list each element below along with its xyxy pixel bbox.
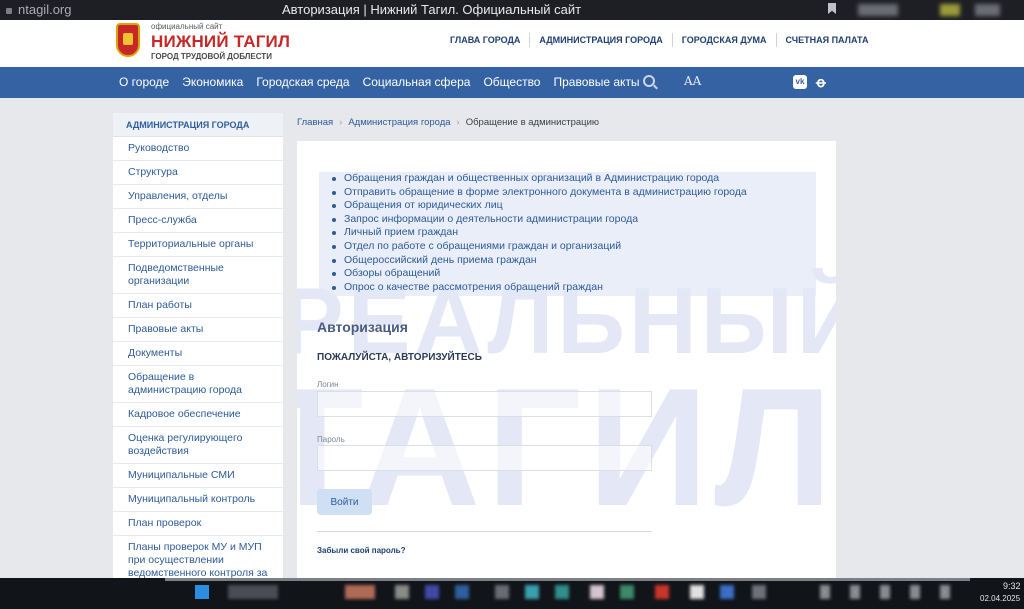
coat-of-arms-icon[interactable] xyxy=(116,23,140,57)
blurred-app-icon[interactable] xyxy=(455,585,469,599)
blurred-app-icon[interactable] xyxy=(425,585,439,599)
blurred-app-icon[interactable] xyxy=(590,585,604,599)
top-links: ГЛАВА ГОРОДА АДМИНИСТРАЦИЯ ГОРОДА ГОРОДС… xyxy=(450,33,877,47)
clock-time[interactable]: 9:32 xyxy=(1003,581,1021,591)
sidebar-item-press-service[interactable]: Пресс-служба xyxy=(113,209,283,233)
sidebar-item-documents[interactable]: Документы xyxy=(113,342,283,366)
blurred-app-icon[interactable] xyxy=(525,585,539,599)
font-size-toggle-icon[interactable]: AA xyxy=(684,74,701,88)
appeal-link[interactable]: Личный прием граждан xyxy=(332,226,816,240)
breadcrumb-section[interactable]: Администрация города xyxy=(348,117,450,128)
breadcrumb-current: Обращение в администрацию xyxy=(465,117,600,128)
appeal-links-box: Обращения граждан и общественных организ… xyxy=(319,172,816,296)
top-link-audit-chamber[interactable]: СЧЕТНАЯ ПАЛАТА xyxy=(775,33,878,47)
blurred-extension-icon[interactable] xyxy=(858,4,898,16)
sidebar-item-inspection-plan[interactable]: План проверок xyxy=(113,512,283,536)
logo-title[interactable]: НИЖНИЙ ТАГИЛ xyxy=(151,32,290,52)
blurred-app-icon[interactable] xyxy=(555,585,569,599)
site-icon xyxy=(6,7,12,14)
appeal-link[interactable]: Обращения от юридических лиц xyxy=(332,199,816,213)
divider xyxy=(317,531,652,532)
browser-title-bar: ntagil.org Авторизация | Нижний Тагил. О… xyxy=(0,0,1024,20)
breadcrumb-separator: › xyxy=(339,117,343,128)
nav-item-society[interactable]: Общество xyxy=(483,75,540,89)
nav-item-legal-acts[interactable]: Правовые акты xyxy=(553,75,639,89)
blurred-app-icon[interactable] xyxy=(690,585,704,599)
sidebar: АДМИНИСТРАЦИЯ ГОРОДА Руководство Структу… xyxy=(113,113,283,578)
sidebar-item-subordinate-orgs[interactable]: Подведомственные организации xyxy=(113,257,283,294)
sidebar-item-staffing[interactable]: Кадровое обеспечение xyxy=(113,403,283,427)
nav-item-economy[interactable]: Экономика xyxy=(182,75,243,89)
clock-date[interactable]: 02.04.2025 xyxy=(980,594,1020,603)
appeal-link[interactable]: Обращения граждан и общественных организ… xyxy=(332,172,816,186)
appeal-link[interactable]: Обзоры обращений xyxy=(332,267,816,281)
nav-item-urban-environment[interactable]: Городская среда xyxy=(256,75,349,89)
blurred-tray-icon[interactable] xyxy=(820,585,830,599)
top-link-administration[interactable]: АДМИНИСТРАЦИЯ ГОРОДА xyxy=(529,33,671,47)
sidebar-menu: Руководство Структура Управления, отделы… xyxy=(113,137,283,578)
logo-caption: официальный сайт xyxy=(151,22,223,31)
blurred-app-icon[interactable] xyxy=(752,585,766,599)
appeal-link[interactable]: Опрос о качестве рассмотрения обращений … xyxy=(332,281,816,295)
browser-tab-title: Авторизация | Нижний Тагил. Официальный … xyxy=(282,2,582,17)
sidebar-item-departments[interactable]: Управления, отделы xyxy=(113,185,283,209)
main-nav: О городе Экономика Городская среда Социа… xyxy=(0,67,1024,98)
sidebar-item-territorial-bodies[interactable]: Территориальные органы xyxy=(113,233,283,257)
blurred-tray-icon[interactable] xyxy=(880,585,890,599)
blurred-app-icon[interactable] xyxy=(395,585,409,599)
browser-url-text: ntagil.org xyxy=(18,2,72,17)
nav-item-social-sphere[interactable]: Социальная сфера xyxy=(363,75,471,89)
blurred-tray-icon[interactable] xyxy=(910,585,920,599)
sidebar-item-inspection-plans-mu[interactable]: Планы проверок МУ и МУП при осуществлени… xyxy=(113,536,283,578)
browser-url[interactable]: ntagil.org xyxy=(6,2,71,17)
breadcrumb-separator: › xyxy=(456,117,460,128)
blurred-app-icon[interactable] xyxy=(655,585,669,599)
page-title: Авторизация xyxy=(317,319,408,335)
sidebar-item-municipal-control[interactable]: Муниципальный контроль xyxy=(113,488,283,512)
blurred-app-icon[interactable] xyxy=(720,585,734,599)
blurred-tray-icon[interactable] xyxy=(850,585,860,599)
sidebar-item-municipal-media[interactable]: Муниципальные СМИ xyxy=(113,464,283,488)
logo-subtitle: ГОРОД ТРУДОВОЙ ДОБЛЕСТИ xyxy=(151,52,272,61)
appeal-link[interactable]: Отправить обращение в форме электронного… xyxy=(332,186,816,200)
sidebar-item-appeal[interactable]: Обращение в администрацию города xyxy=(113,366,283,403)
sidebar-item-work-plan[interactable]: План работы xyxy=(113,294,283,318)
search-icon[interactable] xyxy=(643,75,655,87)
sidebar-heading[interactable]: АДМИНИСТРАЦИЯ ГОРОДА xyxy=(113,113,283,137)
nav-item-about-city[interactable]: О городе xyxy=(119,75,169,89)
bookmark-icon[interactable] xyxy=(828,3,836,14)
vk-icon[interactable]: vk xyxy=(793,75,807,89)
forgot-password-link[interactable]: Забыли свой пароль? xyxy=(317,546,406,555)
horizontal-scrollbar[interactable] xyxy=(165,578,970,581)
login-button[interactable]: Войти xyxy=(317,489,372,515)
auth-subtitle: ПОЖАЛУЙСТА, АВТОРИЗУЙТЕСЬ xyxy=(317,352,482,363)
sidebar-item-leadership[interactable]: Руководство xyxy=(113,137,283,161)
main-content: РЕАЛЬНЫЙ ТАГИЛ Обращения граждан и общес… xyxy=(297,141,836,578)
blurred-extension-icon[interactable] xyxy=(975,4,1000,16)
blurred-app-icon[interactable] xyxy=(620,585,634,599)
os-taskbar: 9:32 02.04.2025 xyxy=(0,578,1024,609)
password-input[interactable] xyxy=(317,445,652,471)
sidebar-item-legal-acts[interactable]: Правовые акты xyxy=(113,318,283,342)
login-label: Логин xyxy=(317,380,339,389)
top-link-mayor[interactable]: ГЛАВА ГОРОДА xyxy=(450,33,529,47)
breadcrumb-home[interactable]: Главная xyxy=(297,117,333,128)
blurred-tray-icon[interactable] xyxy=(940,585,950,599)
blurred-search-icon[interactable] xyxy=(228,585,278,599)
sidebar-item-structure[interactable]: Структура xyxy=(113,161,283,185)
sidebar-item-regulatory-impact[interactable]: Оценка регулирующего воздействия xyxy=(113,427,283,464)
blurred-extension-icon[interactable] xyxy=(940,4,960,16)
appeal-link[interactable]: Запрос информации о деятельности админис… xyxy=(332,213,816,227)
blurred-app-icon[interactable] xyxy=(495,585,509,599)
start-menu-icon[interactable] xyxy=(195,585,209,599)
site-header: официальный сайт НИЖНИЙ ТАГИЛ ГОРОД ТРУД… xyxy=(0,20,1024,67)
odnoklassniki-icon[interactable]: ꝋ xyxy=(816,74,826,91)
appeal-link[interactable]: Общероссийский день приема граждан xyxy=(332,254,816,268)
password-label: Пароль xyxy=(317,435,345,444)
breadcrumb: Главная › Администрация города › Обращение в… xyxy=(297,117,599,128)
blurred-app-icon[interactable] xyxy=(345,585,375,599)
appeal-link[interactable]: Отдел по работе с обращениями граждан и … xyxy=(332,240,816,254)
login-input[interactable] xyxy=(317,391,652,417)
top-link-city-duma[interactable]: ГОРОДСКАЯ ДУМА xyxy=(671,33,776,47)
